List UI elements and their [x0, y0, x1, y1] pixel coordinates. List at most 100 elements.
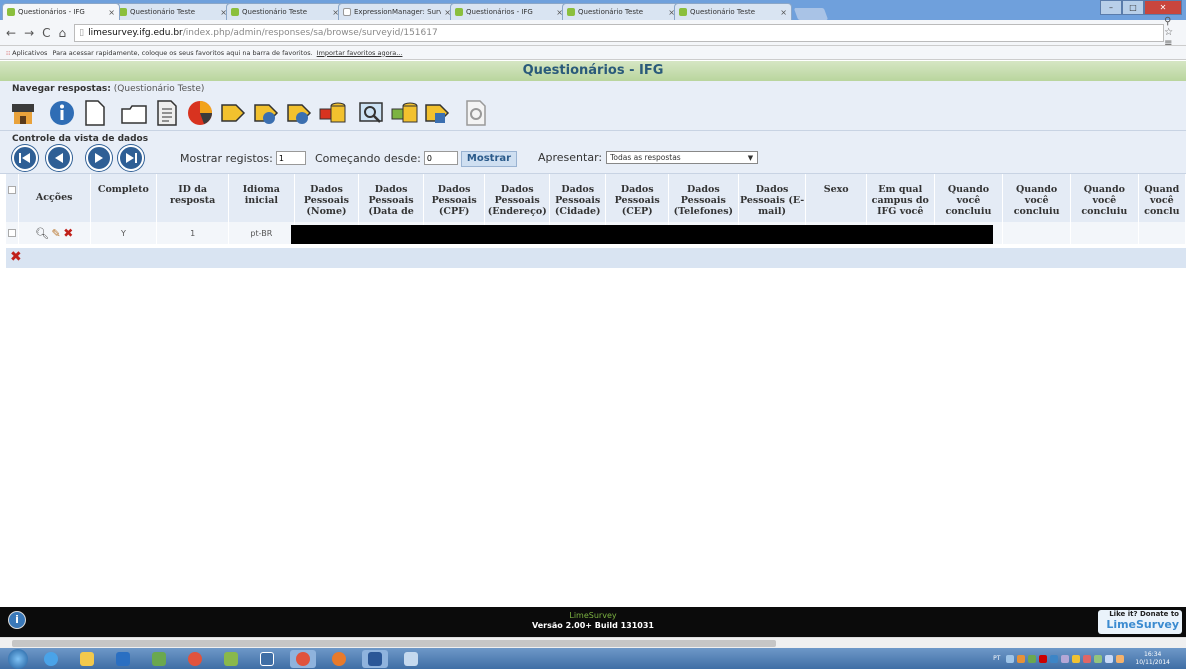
- clock[interactable]: 16:34 10/11/2014: [1135, 651, 1170, 667]
- starting-from-field: Começando desde:: [315, 151, 458, 165]
- delete-response-icon[interactable]: ✖: [63, 226, 73, 240]
- apps-link[interactable]: Aplicativos: [12, 49, 47, 57]
- app-icon[interactable]: [146, 650, 172, 668]
- column-header[interactable]: Quando você concluiu: [1070, 174, 1139, 222]
- column-header[interactable]: Quando você concluiu: [1002, 174, 1071, 222]
- info-icon[interactable]: i: [8, 611, 26, 629]
- word-icon[interactable]: [362, 649, 388, 668]
- firefox-icon[interactable]: [326, 650, 352, 668]
- browser-tab-strip: Questionários - IFG × Questionário Teste × Q…: [0, 0, 1186, 20]
- show-button[interactable]: Mostrar: [461, 151, 517, 167]
- column-header[interactable]: Dados Pessoais (CEP): [605, 174, 669, 222]
- export-spss-icon[interactable]: [251, 98, 281, 128]
- zoom-star-menu-icons[interactable]: ⚲ ☆ ≡: [1164, 16, 1180, 49]
- back-icon[interactable]: ←: [6, 26, 16, 40]
- previous-page-button[interactable]: [46, 145, 72, 171]
- column-header[interactable]: Dados Pessoais (Data de: [358, 174, 424, 222]
- column-header[interactable]: Completo: [90, 174, 158, 222]
- footer-brand[interactable]: LimeSurvey: [0, 611, 1186, 620]
- view-saved-icon[interactable]: [356, 98, 386, 128]
- document-icon[interactable]: [152, 98, 182, 128]
- row-checkbox[interactable]: [7, 229, 16, 237]
- chrome-icon[interactable]: [182, 650, 208, 668]
- present-select[interactable]: Todas as respostas ▼: [606, 151, 759, 164]
- browser-tab[interactable]: Questionários - IFG ×: [2, 3, 120, 20]
- language-indicator[interactable]: PT: [993, 655, 1000, 662]
- scrollbar-thumb[interactable]: [12, 640, 776, 647]
- column-header[interactable]: Sexo: [805, 174, 867, 222]
- pie-chart-icon[interactable]: [185, 98, 215, 128]
- home-nav-icon[interactable]: ⌂: [59, 26, 67, 40]
- folder-icon[interactable]: [119, 98, 149, 128]
- last-page-button[interactable]: [118, 145, 144, 171]
- limesurvey-favicon-icon: [567, 8, 575, 16]
- column-header[interactable]: Dados Pessoais (CPF): [423, 174, 486, 222]
- iterate-icon[interactable]: [461, 98, 491, 128]
- data-cell: [1070, 222, 1139, 244]
- import-db-icon[interactable]: [317, 98, 347, 128]
- delete-selected-icon[interactable]: ✖: [10, 249, 22, 265]
- horizontal-scrollbar[interactable]: [0, 637, 1186, 648]
- first-page-button[interactable]: [12, 145, 38, 171]
- browser-tab[interactable]: Questionários - IFG ×: [450, 3, 568, 20]
- ie-icon[interactable]: [38, 650, 64, 668]
- app3-icon[interactable]: [254, 650, 280, 668]
- data-view-control: Controle da vista de dados Mostrar regis…: [0, 131, 1186, 174]
- close-window-button[interactable]: ✕: [1144, 0, 1182, 15]
- tab-title: Questionários - IFG: [466, 8, 533, 16]
- starting-from-input[interactable]: [423, 151, 458, 165]
- start-button[interactable]: [8, 648, 28, 669]
- chrome-active-icon[interactable]: [290, 649, 316, 668]
- info-icon[interactable]: [47, 98, 77, 128]
- home-icon[interactable]: [8, 98, 38, 128]
- new-tab-button[interactable]: [793, 8, 829, 20]
- import-bookmarks-link[interactable]: Importar favoritos agora...: [317, 49, 403, 57]
- browser-tab[interactable]: ExpressionManager: Surve ×: [338, 3, 456, 20]
- column-header[interactable]: Em qual campus do IFG você: [866, 174, 935, 222]
- column-header[interactable]: Quando você concluiu: [934, 174, 1004, 222]
- view-response-icon[interactable]: 🔍︎: [35, 227, 49, 240]
- import-vv-icon[interactable]: [389, 98, 419, 128]
- minimize-button[interactable]: –: [1100, 0, 1122, 15]
- show-records-input[interactable]: [275, 151, 306, 165]
- app2-icon[interactable]: [218, 650, 244, 668]
- column-header[interactable]: Dados Pessoais (Nome): [294, 174, 360, 222]
- select-all-checkbox[interactable]: [7, 185, 16, 194]
- explorer-icon[interactable]: [74, 650, 100, 668]
- export-vv-icon[interactable]: [422, 98, 452, 128]
- export-r-icon[interactable]: [284, 98, 314, 128]
- app4-icon[interactable]: [398, 650, 424, 668]
- close-tab-icon[interactable]: ×: [108, 8, 115, 17]
- maximize-button[interactable]: □: [1122, 0, 1144, 15]
- close-tab-icon[interactable]: ×: [780, 8, 787, 17]
- bookmarks-hint: Para acessar rapidamente, coloque os seu…: [52, 48, 313, 57]
- column-header[interactable]: ID da resposta: [156, 174, 230, 222]
- media-icon[interactable]: [110, 650, 136, 668]
- browser-tab[interactable]: Questionário Teste ×: [562, 3, 680, 20]
- column-header[interactable]: Acções: [18, 174, 91, 222]
- page-icon[interactable]: [80, 98, 110, 128]
- column-header[interactable]: Dados Pessoais (Cidade): [549, 174, 607, 222]
- column-header[interactable]: Idioma inicial: [228, 174, 295, 222]
- data-cell: [1002, 222, 1071, 244]
- reload-icon[interactable]: C: [42, 26, 50, 40]
- browser-tab[interactable]: Questionário Teste ×: [114, 3, 232, 20]
- limesurvey-favicon-icon: [231, 8, 239, 16]
- tray-icons[interactable]: [1006, 654, 1127, 663]
- column-header[interactable]: Dados Pessoais (E-mail): [738, 174, 807, 222]
- next-page-button[interactable]: [86, 145, 112, 171]
- edit-response-icon[interactable]: ✎: [52, 227, 61, 240]
- tab-title: Questionário Teste: [242, 8, 308, 16]
- tab-title: Questionário Teste: [578, 8, 644, 16]
- browser-tab[interactable]: Questionário Teste ×: [674, 3, 792, 20]
- column-header[interactable]: Dados Pessoais (Endereço): [484, 174, 551, 222]
- url-input[interactable]: ▯ limesurvey.ifg.edu.br/index.php/admin/…: [74, 23, 1165, 42]
- export-icon[interactable]: [218, 98, 248, 128]
- forward-icon[interactable]: →: [24, 26, 34, 40]
- apps-icon[interactable]: ⁝⁝: [6, 49, 10, 57]
- column-header[interactable]: Quand você conclu: [1138, 174, 1186, 222]
- clock-date: 10/11/2014: [1135, 658, 1170, 666]
- donate-button[interactable]: Like it? Donate to LimeSurvey: [1098, 610, 1182, 634]
- column-header[interactable]: Dados Pessoais (Telefones): [668, 174, 739, 222]
- browser-tab[interactable]: Questionário Teste ×: [226, 3, 344, 20]
